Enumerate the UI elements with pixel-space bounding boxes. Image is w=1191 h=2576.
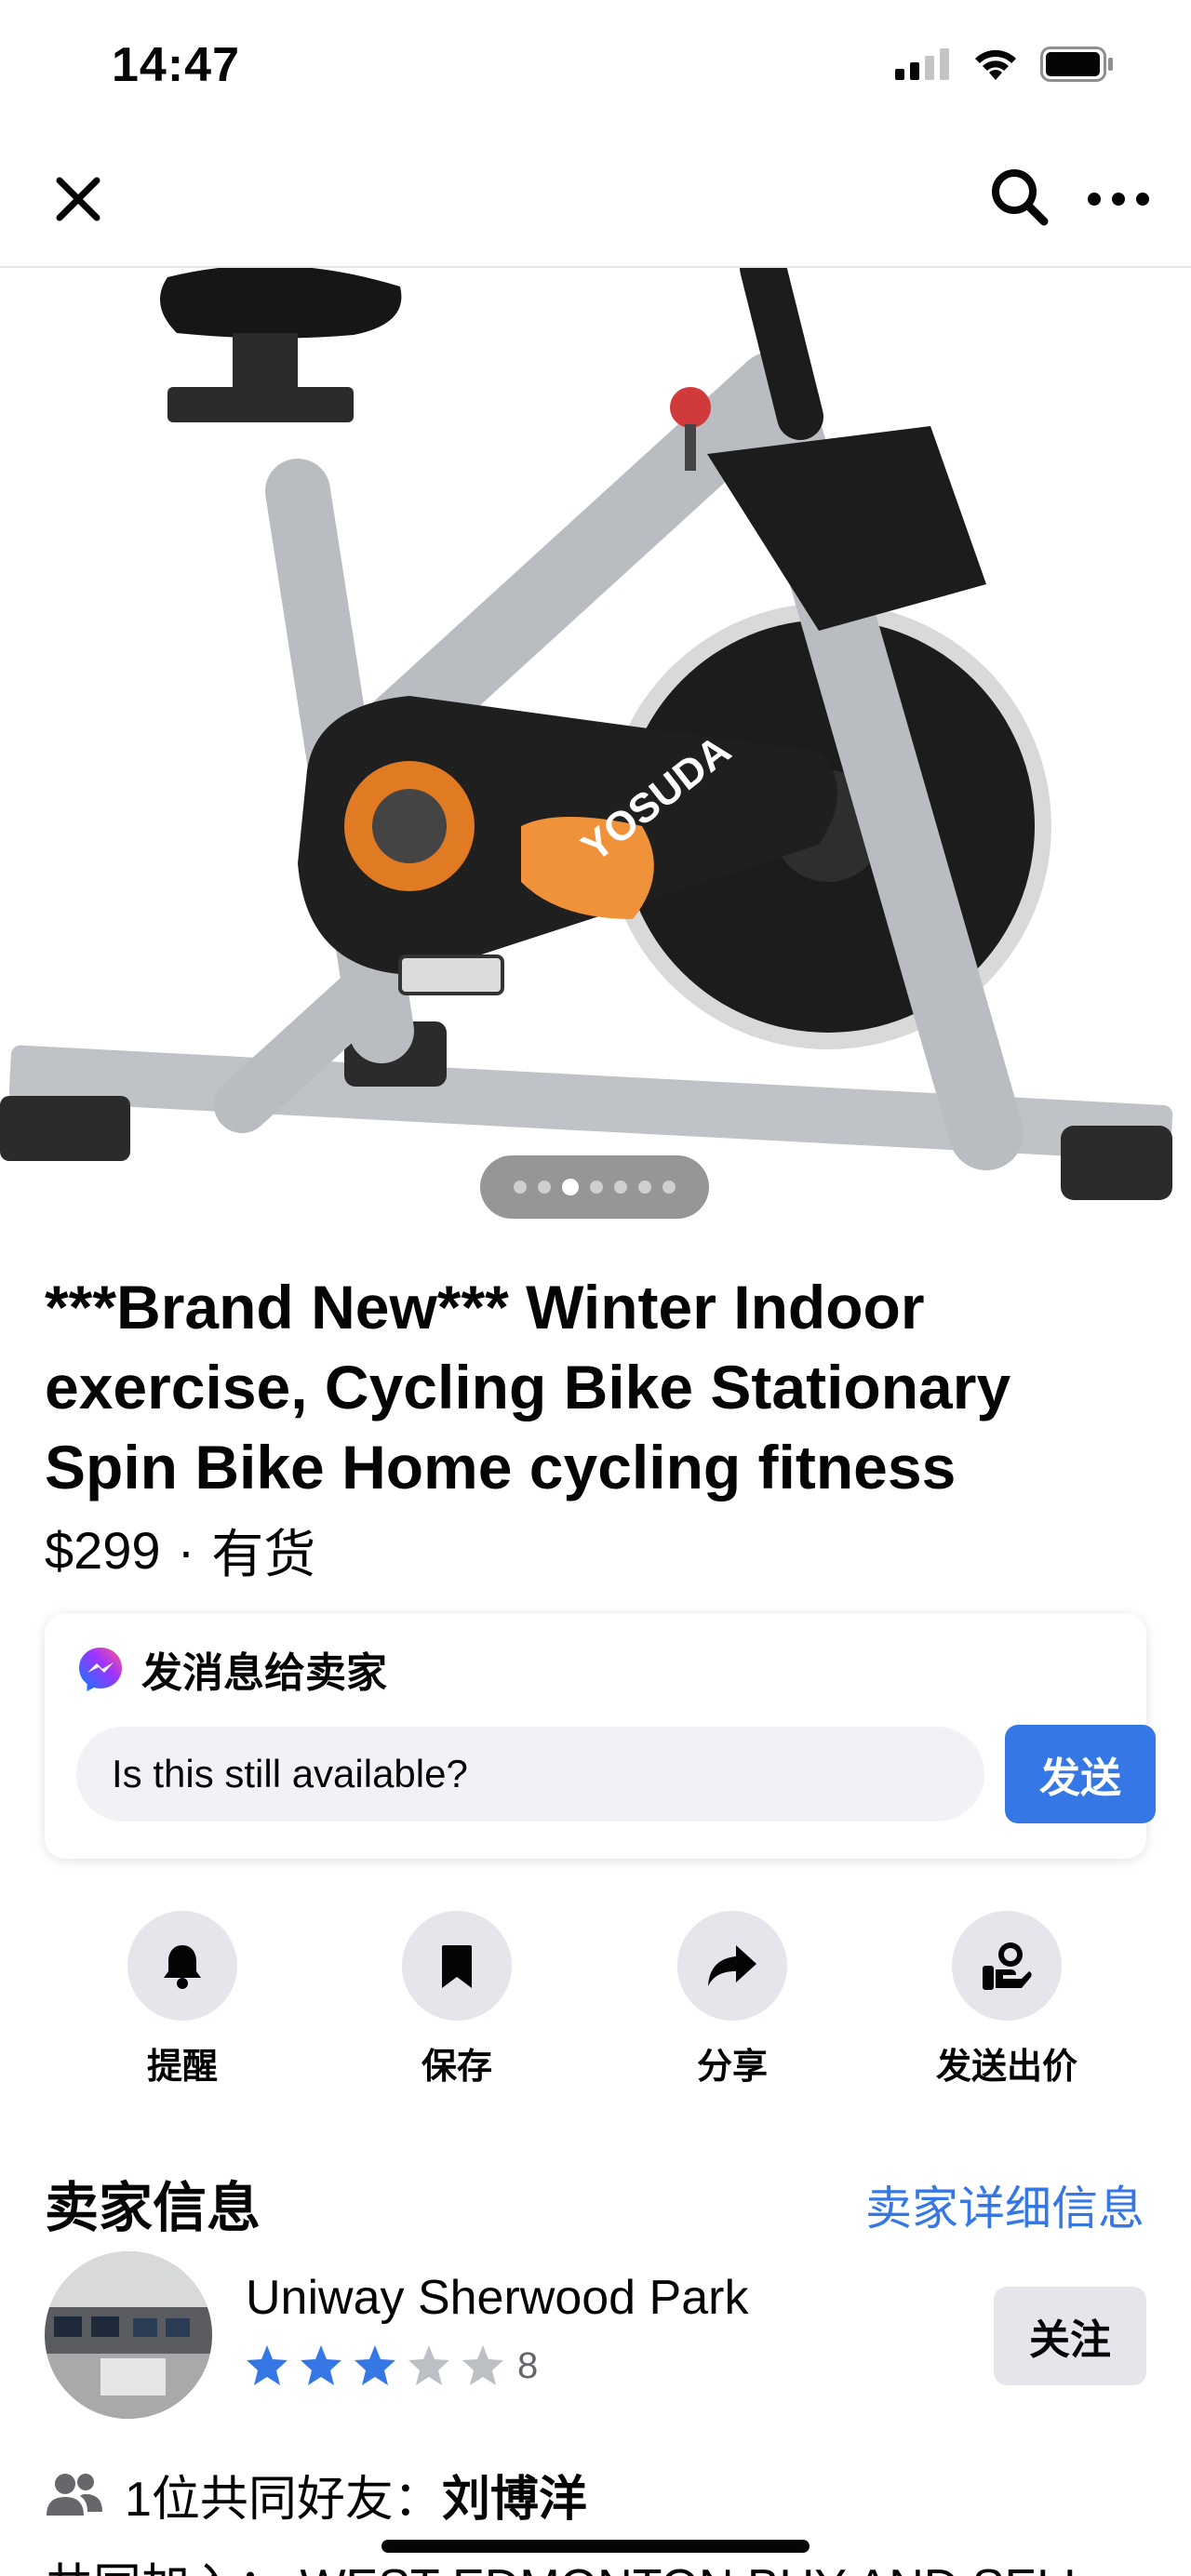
status-bar: 14:47: [0, 0, 1191, 130]
product-image[interactable]: YOSUDA: [0, 268, 1191, 1241]
save-circle[interactable]: [402, 1911, 512, 2021]
share-icon: [708, 1945, 756, 1986]
status-time: 14:47: [112, 38, 240, 92]
close-icon[interactable]: [47, 167, 110, 231]
seller-details-link[interactable]: 卖家详细信息: [865, 2171, 1144, 2238]
remind-circle[interactable]: [127, 1911, 237, 2021]
listing-title: ***Brand New*** Winter Indoor exercise, …: [45, 1273, 1011, 1502]
home-indicator: [381, 2540, 810, 2553]
follow-button[interactable]: 关注: [994, 2287, 1146, 2385]
mutual-friend-name[interactable]: 刘博洋: [442, 2473, 587, 2527]
message-seller-card: 发消息给卖家 Is this still available? 发送: [45, 1613, 1156, 1859]
seller-rating: 8: [244, 2342, 538, 2389]
send-offer-button[interactable]: 发送出价: [895, 1911, 1118, 2089]
pager-dot[interactable]: [514, 1181, 527, 1194]
pager-dot[interactable]: [590, 1181, 603, 1194]
friends-icon: [47, 2473, 102, 2516]
messenger-icon: [79, 1648, 122, 1691]
mutual-friends-prefix: 1位共同好友：: [125, 2473, 442, 2527]
availability-status: 有货: [211, 1525, 316, 1583]
nav-bar: [0, 130, 1191, 268]
image-pager[interactable]: [480, 1155, 709, 1219]
send-button[interactable]: 发送: [1005, 1725, 1156, 1823]
pager-dot[interactable]: [538, 1181, 551, 1194]
listing-price: $299: [45, 1521, 161, 1580]
battery-icon: [1040, 47, 1113, 82]
search-icon[interactable]: [986, 164, 1053, 231]
save-label: 保存: [421, 2048, 492, 2087]
bell-icon: [164, 1945, 201, 1989]
remind-button[interactable]: 提醒: [71, 1911, 294, 2089]
status-icons: [895, 47, 1115, 82]
seller-avatar[interactable]: [45, 2251, 212, 2419]
star-filled-icon: [355, 2345, 395, 2385]
save-button[interactable]: 保存: [345, 1911, 569, 2089]
offer-icon: [983, 1942, 1032, 1990]
bookmark-icon: [442, 1945, 472, 1988]
mutual-friends-row[interactable]: 1位共同好友：刘博洋: [45, 2460, 587, 2529]
wifi-icon: [975, 49, 1016, 80]
seller-avatar-image: [45, 2251, 212, 2419]
pager-dot[interactable]: [662, 1181, 676, 1194]
message-input[interactable]: Is this still available?: [76, 1727, 984, 1822]
action-bar: 提醒 保存 分享 发送出价: [0, 1911, 1191, 2088]
message-card-heading: 发消息给卖家: [141, 1650, 387, 1696]
share-button[interactable]: 分享: [621, 1911, 844, 2089]
cellular-signal-icon: [895, 48, 949, 80]
price-row: $299 · 有货: [45, 1513, 315, 1588]
rating-count: 8: [517, 2344, 539, 2386]
pager-dot[interactable]: [614, 1181, 627, 1194]
more-icon[interactable]: [1083, 171, 1154, 227]
seller-section-title: 卖家信息: [45, 2178, 261, 2238]
pager-dot[interactable]: [638, 1181, 651, 1194]
star-empty-icon: [408, 2345, 449, 2385]
message-card-header: 发消息给卖家: [76, 1639, 387, 1699]
pager-dot-active[interactable]: [562, 1179, 579, 1195]
share-circle[interactable]: [677, 1911, 787, 2021]
share-label: 分享: [696, 2048, 768, 2087]
spin-bike-illustration: YOSUDA: [0, 268, 1173, 1200]
remind-label: 提醒: [146, 2048, 218, 2087]
send-offer-circle[interactable]: [952, 1911, 1062, 2021]
separator: ·: [177, 1521, 195, 1580]
star-filled-icon: [301, 2345, 341, 2385]
star-filled-icon: [247, 2345, 288, 2385]
seller-name[interactable]: Uniway Sherwood Park: [246, 2270, 748, 2326]
send-offer-label: 发送出价: [935, 2048, 1077, 2087]
star-empty-icon: [462, 2345, 503, 2385]
